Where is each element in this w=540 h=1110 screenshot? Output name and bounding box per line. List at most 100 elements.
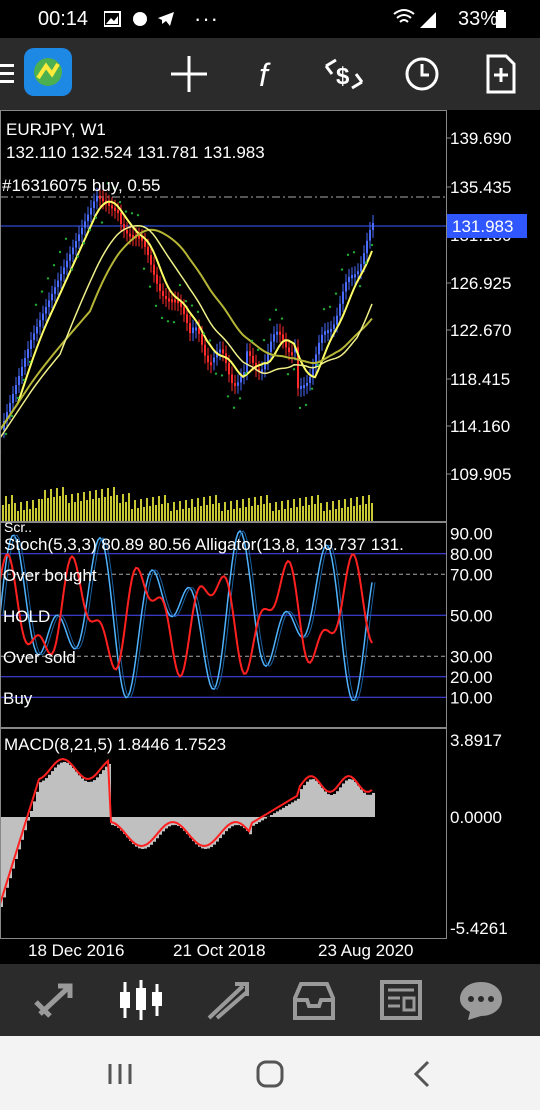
macd-histogram-bar	[348, 779, 351, 817]
macd-histogram-bar	[342, 783, 345, 817]
volume-bar	[272, 511, 274, 521]
psar-dot	[304, 403, 308, 407]
volume-bar	[5, 496, 7, 521]
menu-icon[interactable]	[0, 62, 16, 86]
psar-dot	[370, 243, 374, 247]
over-sold-label: Over sold	[3, 648, 76, 667]
volume-bar	[59, 496, 61, 521]
price-chart[interactable]: 139.690135.435131.180126.925122.670118.4…	[0, 110, 540, 964]
psar-dot	[238, 397, 242, 400]
news-icon[interactable]	[376, 978, 426, 1022]
volume-bar	[128, 493, 130, 521]
macd-histogram-bar	[45, 778, 48, 817]
stochastic-pane[interactable]	[0, 529, 446, 702]
candle-body	[291, 352, 293, 356]
macd-pane[interactable]	[0, 757, 375, 907]
macd-histogram-bar	[336, 791, 339, 817]
price-axis-label: 118.415	[450, 370, 510, 389]
psar-dot	[58, 250, 62, 254]
timeframe-icon[interactable]	[398, 50, 446, 98]
candle-body	[219, 349, 221, 353]
volume-bar	[143, 507, 145, 521]
psar-dot	[322, 307, 326, 311]
stoch-axis-label: 50.00	[450, 606, 493, 625]
candle-body	[54, 287, 56, 294]
macd-histogram-bar	[294, 800, 297, 817]
volume-bar	[200, 506, 202, 521]
macd-histogram-bar	[138, 817, 141, 849]
macd-histogram-bar	[78, 775, 81, 817]
macd-histogram-bar	[345, 780, 348, 817]
volume-bar	[107, 488, 109, 521]
candle-body	[81, 227, 83, 235]
psar-dot	[34, 303, 38, 306]
quotes-icon[interactable]	[30, 978, 80, 1022]
candle-body	[222, 349, 224, 354]
more-notifications: ···	[194, 6, 219, 31]
candle-body	[66, 260, 68, 268]
recent-apps-icon[interactable]	[100, 1056, 140, 1092]
volume-bar	[158, 496, 160, 521]
metatrader-logo-icon[interactable]	[24, 48, 72, 96]
back-icon[interactable]	[402, 1056, 442, 1092]
macd-histogram-bar	[264, 817, 267, 819]
candle-body	[102, 198, 104, 202]
volume-bar	[209, 496, 211, 521]
macd-histogram-bar	[372, 792, 375, 817]
chart-icon[interactable]	[116, 978, 166, 1022]
psar-dot	[196, 310, 200, 314]
candle-body	[234, 383, 236, 387]
history-icon[interactable]	[289, 978, 339, 1022]
volume-bar	[248, 498, 250, 521]
volume-bar	[110, 496, 112, 521]
volume-bar	[296, 507, 298, 521]
status-notification-icons	[104, 11, 174, 27]
volume-bar	[305, 497, 307, 521]
candle-body	[360, 264, 362, 272]
candle-body	[249, 351, 251, 356]
messages-icon[interactable]	[456, 978, 506, 1022]
volume-bar	[344, 499, 346, 521]
svg-text:f: f	[259, 57, 271, 93]
macd-histogram-bar	[48, 774, 51, 817]
candle-body	[78, 234, 80, 241]
macd-histogram-bar	[354, 781, 357, 817]
psar-dot	[142, 267, 146, 270]
volume-bar	[260, 496, 262, 521]
volume-bar	[338, 500, 340, 521]
main-pane[interactable]	[0, 182, 446, 521]
macd-histogram-bar	[99, 773, 102, 817]
volume-bar	[65, 495, 67, 521]
trade-icon[interactable]	[203, 978, 253, 1022]
psar-dot	[130, 212, 134, 215]
volume-bar	[98, 498, 100, 521]
candle-body	[9, 403, 11, 412]
price-axis-label: 122.670	[450, 321, 511, 340]
volume-bar	[245, 507, 247, 521]
volume-bar	[320, 503, 322, 521]
candle-body	[336, 315, 338, 325]
macd-histogram-bar	[90, 781, 93, 817]
volume-bar	[266, 495, 268, 521]
candle-body	[333, 324, 335, 329]
crosshair-icon[interactable]	[165, 50, 213, 98]
ma-slow-line	[0, 228, 373, 431]
candle-body	[129, 233, 131, 237]
volume-bar	[218, 503, 220, 521]
candle-body	[12, 394, 14, 403]
candle-body	[93, 201, 95, 208]
candle-body	[327, 330, 329, 334]
new-order-icon[interactable]	[476, 50, 524, 98]
time-label-2: 21 Oct 2018	[173, 941, 266, 960]
macd-histogram-bar	[75, 771, 78, 817]
candle-body	[231, 374, 233, 384]
psar-dot	[136, 213, 140, 217]
volume-bar	[173, 502, 175, 521]
objects-icon[interactable]: $	[320, 50, 368, 98]
volume-bar	[161, 504, 163, 521]
candle-body	[15, 385, 17, 394]
indicators-icon[interactable]: f	[243, 50, 291, 98]
volume-bar	[32, 500, 34, 521]
candle-body	[48, 300, 50, 307]
home-icon[interactable]	[250, 1056, 290, 1092]
